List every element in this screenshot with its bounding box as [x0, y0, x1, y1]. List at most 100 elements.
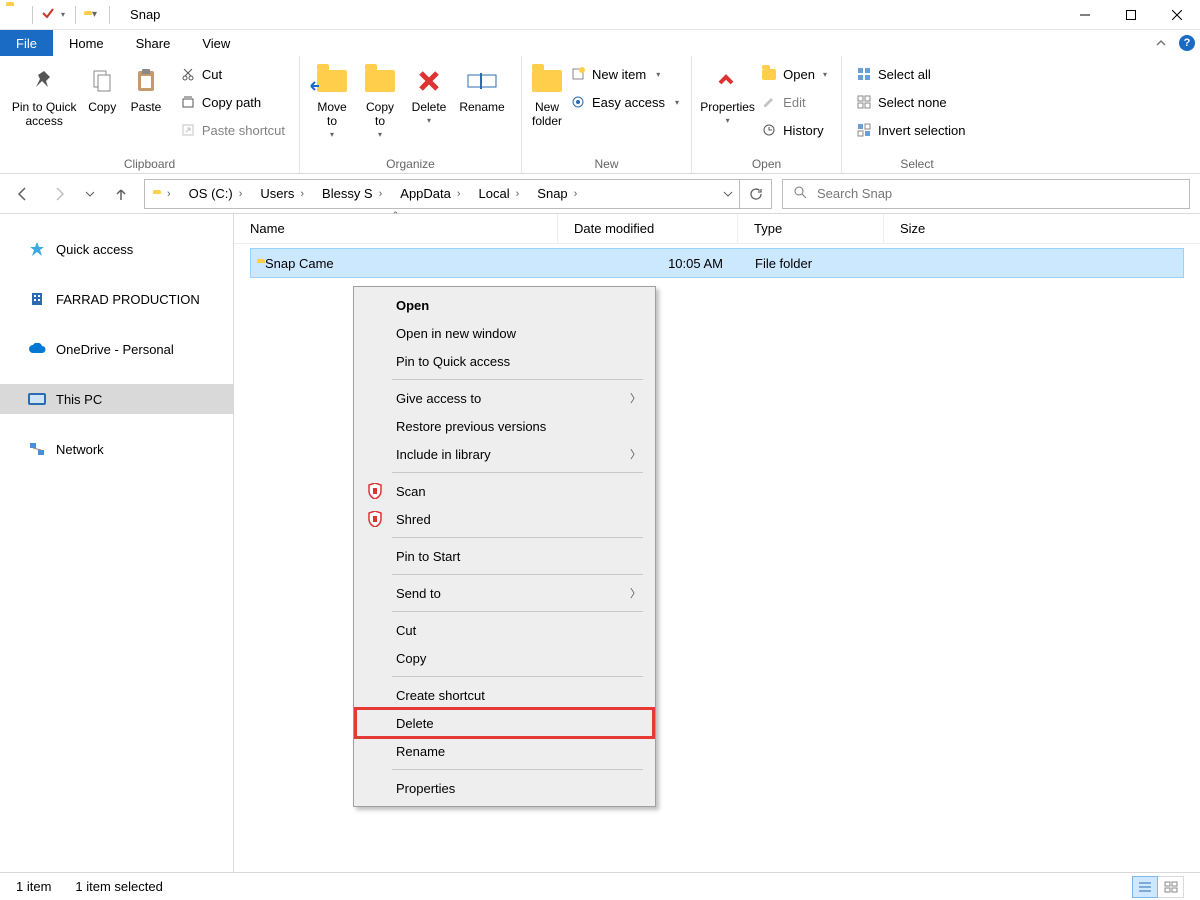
menu-shred[interactable]: Shred — [356, 505, 653, 533]
close-button[interactable] — [1154, 0, 1200, 30]
menu-separator — [392, 537, 643, 538]
chevron-down-icon: ▾ — [330, 130, 334, 139]
menu-delete[interactable]: Delete — [356, 709, 653, 737]
maximize-button[interactable] — [1108, 0, 1154, 30]
open-button[interactable]: Open ▾ — [755, 62, 833, 86]
menu-separator — [392, 574, 643, 575]
collapse-ribbon-icon[interactable] — [1148, 30, 1174, 56]
sidebar-item-label: FARRAD PRODUCTION — [56, 292, 200, 307]
copy-path-button[interactable]: Copy path — [174, 90, 291, 114]
edit-button[interactable]: Edit — [755, 90, 833, 114]
tab-view[interactable]: View — [186, 30, 246, 56]
crumb-os[interactable]: OS (C:)› — [181, 180, 253, 208]
sidebar-item-onedrive[interactable]: OneDrive - Personal — [0, 334, 233, 364]
file-type: File folder — [739, 256, 885, 271]
list-item[interactable]: Snap Came 10:05 AM File folder — [250, 248, 1184, 278]
pc-icon — [28, 390, 46, 408]
tab-share[interactable]: Share — [120, 30, 187, 56]
group-label-new: New — [522, 157, 691, 171]
view-details-button[interactable] — [1132, 876, 1158, 898]
menu-cut[interactable]: Cut — [356, 616, 653, 644]
new-folder-button[interactable]: New folder — [530, 60, 564, 152]
address-dropdown-icon[interactable] — [717, 189, 739, 199]
menu-open-new-window[interactable]: Open in new window — [356, 319, 653, 347]
up-button[interactable] — [108, 181, 134, 207]
context-menu: Open Open in new window Pin to Quick acc… — [353, 286, 656, 807]
crumb-appdata[interactable]: AppData› — [392, 180, 470, 208]
new-item-button[interactable]: New item ▾ — [564, 62, 685, 86]
history-button[interactable]: History — [755, 118, 833, 142]
refresh-button[interactable] — [739, 179, 771, 209]
tab-home[interactable]: Home — [53, 30, 120, 56]
menu-pin-quick-access[interactable]: Pin to Quick access — [356, 347, 653, 375]
easy-access-button[interactable]: Easy access ▾ — [564, 90, 685, 114]
forward-button[interactable] — [46, 181, 72, 207]
view-thumbnails-button[interactable] — [1158, 876, 1184, 898]
crumb-users[interactable]: Users› — [252, 180, 314, 208]
column-size[interactable]: Size — [884, 214, 980, 243]
menu-restore-versions[interactable]: Restore previous versions — [356, 412, 653, 440]
select-all-button[interactable]: Select all — [850, 62, 971, 86]
sidebar-item-label: OneDrive - Personal — [56, 342, 174, 357]
menu-give-access[interactable]: Give access to〉 — [356, 384, 653, 412]
file-date: 10:05 AM — [559, 256, 739, 271]
sidebar-item-quick-access[interactable]: Quick access — [0, 234, 233, 264]
shield-shred-icon — [366, 510, 384, 528]
delete-button[interactable]: Delete ▾ — [404, 60, 454, 152]
menu-pin-start[interactable]: Pin to Start — [356, 542, 653, 570]
sidebar-item-label: This PC — [56, 392, 102, 407]
menu-rename[interactable]: Rename — [356, 737, 653, 765]
invert-icon — [856, 122, 872, 138]
delete-icon — [412, 64, 446, 98]
breadcrumb[interactable]: › OS (C:)› Users› Blessy S› AppData› Loc… — [144, 179, 772, 209]
crumb-user[interactable]: Blessy S› — [314, 180, 392, 208]
crumb-snap[interactable]: Snap› — [529, 180, 587, 208]
submenu-arrow-icon: 〉 — [630, 446, 641, 462]
menu-send-to[interactable]: Send to〉 — [356, 579, 653, 607]
properties-button[interactable]: Properties ▾ — [700, 60, 755, 152]
paste-button[interactable]: Paste — [124, 60, 168, 152]
menu-open[interactable]: Open — [356, 291, 653, 319]
move-to-button[interactable]: Move to ▾ — [308, 60, 356, 152]
title-bar: ▾ ▾ Snap — [0, 0, 1200, 30]
qat-properties-icon[interactable] — [41, 6, 55, 23]
cut-button[interactable]: Cut — [174, 62, 291, 86]
help-icon[interactable]: ? — [1174, 30, 1200, 56]
menu-include-library[interactable]: Include in library〉 — [356, 440, 653, 468]
chevron-down-icon: ▾ — [823, 70, 827, 79]
select-none-button[interactable]: Select none — [850, 90, 971, 114]
cut-icon — [180, 66, 196, 82]
column-type[interactable]: Type — [738, 214, 884, 243]
menu-copy[interactable]: Copy — [356, 644, 653, 672]
search-input[interactable]: Search Snap — [782, 179, 1190, 209]
pin-quick-access-button[interactable]: Pin to Quick access — [8, 60, 80, 152]
qat-dropdown-icon[interactable]: ▾ — [59, 10, 67, 19]
qat-separator — [32, 6, 33, 24]
status-bar: 1 item 1 item selected — [0, 872, 1200, 900]
paste-shortcut-icon — [180, 122, 196, 138]
copy-button[interactable]: Copy — [80, 60, 124, 152]
tab-file[interactable]: File — [0, 30, 53, 56]
group-label-select: Select — [842, 157, 992, 171]
chevron-down-icon: ▾ — [675, 98, 679, 107]
column-name[interactable]: Name ⌃ — [234, 214, 558, 243]
menu-create-shortcut[interactable]: Create shortcut — [356, 681, 653, 709]
sidebar-item-network[interactable]: Network — [0, 434, 233, 464]
recent-locations-button[interactable] — [82, 181, 98, 207]
open-icon — [761, 66, 777, 82]
menu-scan[interactable]: Scan — [356, 477, 653, 505]
copy-to-button[interactable]: Copy to ▾ — [356, 60, 404, 152]
crumb-local[interactable]: Local› — [471, 180, 530, 208]
copy-path-icon — [180, 94, 196, 110]
rename-button[interactable]: Rename — [454, 60, 510, 152]
sidebar-item-farrad[interactable]: FARRAD PRODUCTION — [0, 284, 233, 314]
minimize-button[interactable] — [1062, 0, 1108, 30]
sidebar-item-this-pc[interactable]: This PC — [0, 384, 233, 414]
back-button[interactable] — [10, 181, 36, 207]
rename-icon — [465, 64, 499, 98]
invert-selection-button[interactable]: Invert selection — [850, 118, 971, 142]
column-date[interactable]: Date modified — [558, 214, 738, 243]
paste-shortcut-button[interactable]: Paste shortcut — [174, 118, 291, 142]
select-all-icon — [856, 66, 872, 82]
menu-properties[interactable]: Properties — [356, 774, 653, 802]
